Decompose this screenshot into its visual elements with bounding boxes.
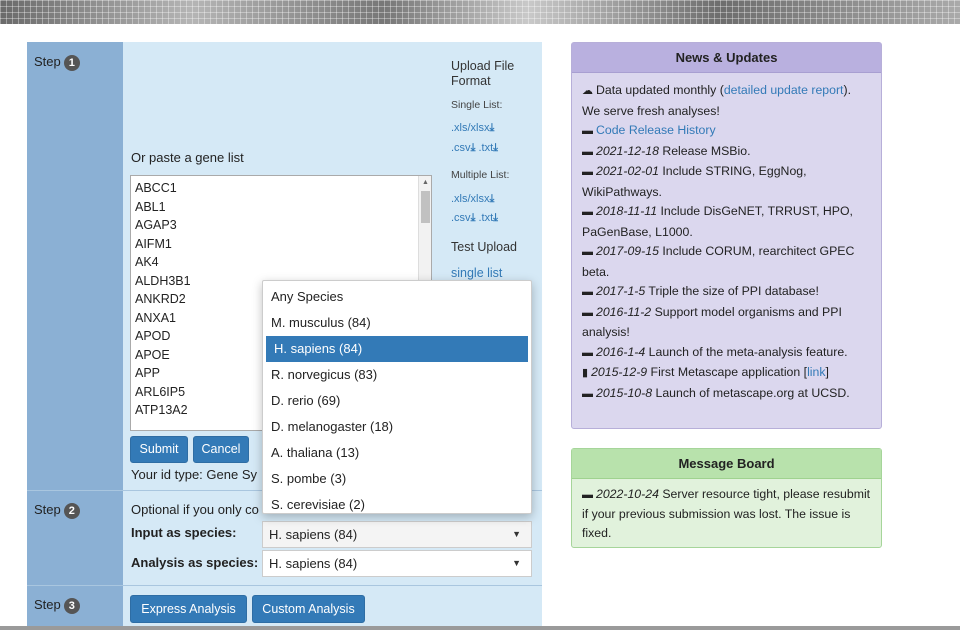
scroll-thumb[interactable] — [421, 191, 430, 223]
comment-icon: ▬ — [582, 387, 593, 400]
test-upload-label: Test Upload — [451, 240, 518, 254]
bottom-strip — [0, 626, 960, 630]
news-item: ▮ 2015-12-9 First Metascape application [… — [582, 365, 829, 379]
gene-list-item: ABL1 — [135, 199, 166, 214]
multiple-list-label: Multiple List: — [451, 169, 510, 181]
step-column — [27, 42, 123, 630]
download-icon: ⤓ — [470, 212, 476, 224]
news-item: ▬ 2015-10-8 Launch of metascape.org at UC… — [582, 385, 850, 400]
app-link[interactable]: link — [807, 365, 825, 379]
news-item: ▬ 2021-12-18 Release MSBio. — [582, 143, 751, 158]
header-banner-image — [0, 0, 960, 24]
message-board-panel: Message Board ▬ 2022-10-24 Server resourc… — [571, 448, 882, 548]
analysis-species-label: Analysis as species: — [131, 555, 259, 570]
species-option[interactable]: R. norvegicus (83) — [263, 362, 531, 388]
code-release-item: ▬ Code Release History — [582, 121, 871, 142]
multiple-list-csv-link[interactable]: .csv⤓ — [451, 212, 475, 224]
species-option[interactable]: D. melanogaster (18) — [263, 414, 531, 440]
species-option[interactable]: Any Species — [263, 284, 531, 310]
species-option[interactable]: H. sapiens (84) — [266, 336, 528, 362]
news-body: ☁ Data updated monthly (detailed update r… — [572, 73, 881, 412]
news-item: ▬ 2016-11-2 Support model organisms and P… — [582, 304, 842, 340]
caret-down-icon: ▼ — [512, 558, 521, 568]
species-option[interactable]: S. cerevisiae (2) — [263, 492, 531, 518]
custom-analysis-button[interactable]: Custom Analysis — [252, 595, 365, 623]
single-list-label: Single List: — [451, 99, 503, 111]
single-list-csv-txt-links[interactable]: .csv⤓ .txt⤓ — [451, 142, 498, 155]
upload-file-format-title: Upload File Format — [451, 59, 515, 88]
cancel-button[interactable]: Cancel — [193, 436, 249, 463]
step-divider — [27, 585, 542, 586]
news-intro: ☁ Data updated monthly (detailed update r… — [582, 83, 851, 118]
news-item: ▬ 2018-11-11 Include DisGeNET, TRRUST, HP… — [582, 204, 853, 239]
comment-icon: ▬ — [582, 166, 593, 178]
caret-down-icon: ▼ — [512, 529, 521, 539]
species-option[interactable]: A. thaliana (13) — [263, 440, 531, 466]
news-updates-panel: News & Updates ☁ Data updated monthly (de… — [571, 42, 882, 429]
comment-icon: ▬ — [582, 286, 593, 298]
input-species-select[interactable]: H. sapiens (84) ▼ — [262, 521, 532, 548]
comment-icon: ▬ — [582, 346, 593, 359]
multiple-list-csv-txt-links[interactable]: .csv⤓ .txt⤓ — [451, 212, 498, 225]
download-icon: ⤓ — [470, 142, 476, 154]
comment-icon: ▬ — [582, 145, 593, 158]
step-1-number: 1 — [63, 55, 80, 71]
download-icon: ⤓ — [489, 193, 495, 205]
comment-icon: ▬ — [582, 246, 593, 258]
paste-gene-list-label: Or paste a gene list — [131, 150, 244, 165]
step-2-label: Step 2 — [34, 502, 80, 519]
species-option[interactable]: D. rerio (69) — [263, 388, 531, 414]
gene-list-item: AIFM1 — [135, 236, 172, 251]
gene-list-item: AGAP3 — [135, 218, 177, 232]
single-list-xls-link[interactable]: .xls/xlsx⤓ — [451, 122, 494, 135]
single-list-txt-link[interactable]: .txt⤓ — [479, 142, 499, 154]
multiple-list-txt-link[interactable]: .txt⤓ — [479, 212, 499, 224]
species-dropdown-menu: Any Species M. musculus (84) H. sapiens (8… — [262, 280, 532, 514]
download-icon: ⤓ — [493, 142, 499, 154]
message-board-title: Message Board — [572, 449, 881, 479]
news-title: News & Updates — [572, 43, 881, 73]
comment-icon: ▬ — [582, 125, 593, 137]
step-3-label: Step 3 — [34, 597, 80, 614]
download-icon: ⤓ — [489, 122, 495, 134]
species-options: Any Species M. musculus (84) H. sapiens (8… — [263, 281, 531, 518]
book-icon: ▮ — [582, 367, 589, 379]
analysis-species-select[interactable]: H. sapiens (84) ▼ — [262, 550, 532, 577]
download-icon: ⤓ — [493, 212, 499, 224]
message-body: ▬ 2022-10-24 Server resource tight, pleas… — [582, 487, 871, 540]
express-analysis-button[interactable]: Express Analysis — [130, 595, 247, 623]
scroll-up-arrow-icon[interactable]: ▲ — [422, 179, 429, 186]
step-2-number: 2 — [63, 503, 80, 519]
gene-list-item: ABCC1 — [135, 181, 177, 195]
news-items: ▬ 2021-12-18 Release MSBio. ▬ 2021-02-01 In… — [582, 142, 871, 364]
cloud-icon: ☁ — [582, 85, 593, 97]
comment-icon: ▬ — [582, 306, 593, 319]
single-list-csv-link[interactable]: .csv⤓ — [451, 142, 475, 154]
step-3-number: 3 — [63, 598, 80, 614]
comment-icon: ▬ — [582, 489, 593, 501]
species-option[interactable]: S. pombe (3) — [263, 466, 531, 492]
news-item: ▬ 2017-1-5 Triple the size of PPI databas… — [582, 284, 819, 298]
news-item: ▬ 2021-02-01 Include STRING, EggNog, Wiki… — [582, 164, 807, 199]
id-type-text: Your id type: Gene Sy — [131, 467, 257, 482]
optional-species-text: Optional if you only co — [131, 502, 259, 517]
submit-button[interactable]: Submit — [130, 436, 188, 463]
input-species-label: Input as species: — [131, 525, 237, 540]
news-item: ▬ 2016-1-4 Launch of the meta-analysis fe… — [582, 344, 848, 359]
news-item: ▬ 2017-09-15 Include CORUM, rearchitect G… — [582, 244, 855, 279]
comment-icon: ▬ — [582, 206, 593, 218]
gene-list-item: AK4 — [135, 255, 159, 269]
step-1-label: Step 1 — [34, 54, 80, 71]
detailed-update-report-link[interactable]: detailed update report — [724, 83, 844, 97]
species-option[interactable]: M. musculus (84) — [263, 310, 531, 336]
code-release-history-link[interactable]: Code Release History — [596, 123, 716, 137]
single-list-test-link[interactable]: single list — [451, 266, 502, 280]
multiple-list-xls-link[interactable]: .xls/xlsx⤓ — [451, 193, 494, 206]
